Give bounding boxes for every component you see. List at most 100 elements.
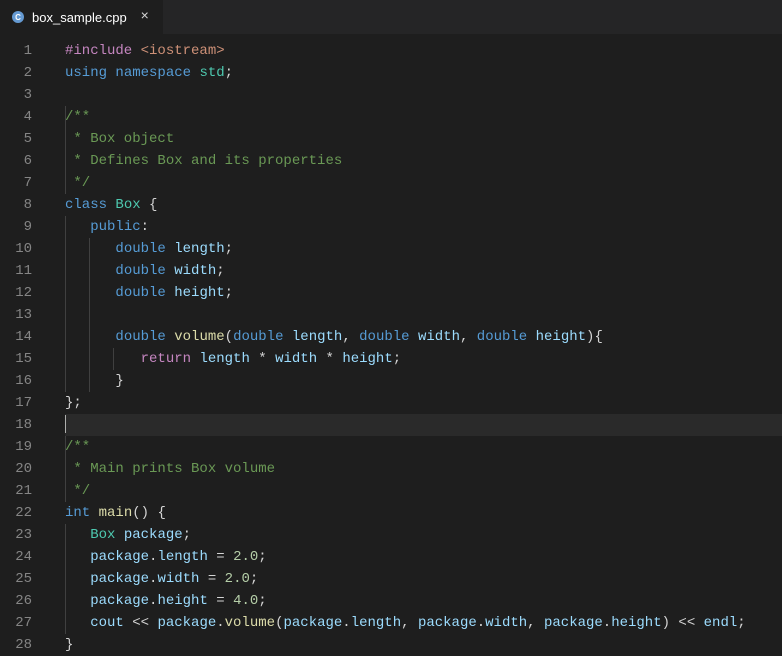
token-plain [166,285,174,301]
code-line[interactable]: */ [65,172,782,194]
code-line[interactable]: double volume(double length, double widt… [65,326,782,348]
code-text: * Main prints Box volume [65,461,275,477]
code-line[interactable]: package.width = 2.0; [65,568,782,590]
line-number: 22 [0,502,32,524]
code-text: cout << package.volume(package.length, p… [65,615,746,631]
token-punc: . [477,615,485,631]
token-type: double [115,329,165,345]
token-var: length [199,351,249,367]
code-line[interactable]: /** [65,436,782,458]
token-punc: ; [258,549,266,565]
code-line[interactable]: double height; [65,282,782,304]
code-editor[interactable]: 1234567891011121314151617181920212223242… [0,35,782,654]
code-line[interactable]: } [65,370,782,392]
token-var: length [292,329,342,345]
code-line[interactable]: package.length = 2.0; [65,546,782,568]
token-plain [115,527,123,543]
token-num: 4.0 [233,593,258,609]
code-line[interactable]: } [65,634,782,656]
code-line[interactable]: Box package; [65,524,782,546]
token-type: double [115,285,165,301]
line-number: 25 [0,568,32,590]
token-var: package [157,615,216,631]
code-line[interactable]: cout << package.volume(package.length, p… [65,612,782,634]
token-punc: ; [737,615,745,631]
token-var: package [418,615,477,631]
token-namespace: std [199,65,224,81]
token-func: main [99,505,133,521]
code-line[interactable]: package.height = 4.0; [65,590,782,612]
token-var: package [90,571,149,587]
code-line[interactable]: * Box object [65,128,782,150]
code-text: */ [65,483,90,499]
code-line[interactable] [65,414,782,436]
code-line[interactable]: #include <iostream> [65,40,782,62]
token-punc: . [603,615,611,631]
token-var: width [418,329,460,345]
indent-guide [65,370,66,392]
indent-guide [65,436,66,458]
code-line[interactable]: * Defines Box and its properties [65,150,782,172]
token-comment: /** [65,439,90,455]
code-text: package.length = 2.0; [65,549,267,565]
code-line[interactable]: using namespace std; [65,62,782,84]
code-text: /** [65,109,90,125]
code-line[interactable]: double width; [65,260,782,282]
token-comment: */ [65,483,90,499]
token-punc: ; [183,527,191,543]
line-number: 7 [0,172,32,194]
code-line[interactable] [65,84,782,106]
indent-guide [65,524,66,546]
cpp-file-icon: C [10,9,26,25]
token-op: ) << [662,615,704,631]
token-punc: ( [225,329,233,345]
line-number: 27 [0,612,32,634]
token-var: length [174,241,224,257]
token-var: cout [90,615,124,631]
token-func: volume [174,329,224,345]
code-text: */ [65,175,90,191]
text-cursor [65,415,66,433]
token-var: width [485,615,527,631]
token-directive: return [141,351,191,367]
code-line[interactable]: * Main prints Box volume [65,458,782,480]
indent-guide [65,128,66,150]
file-tab[interactable]: C box_sample.cpp × [0,0,163,34]
token-type: int [65,505,90,521]
indent-guide [89,348,90,370]
indent-guide [65,260,66,282]
code-line[interactable]: int main() { [65,502,782,524]
token-comment: /** [65,109,90,125]
line-number: 1 [0,40,32,62]
indent-guide [65,216,66,238]
token-var: height [157,593,207,609]
code-area[interactable]: #include <iostream>using namespace std; /… [50,40,782,654]
code-text: package.width = 2.0; [65,571,258,587]
indent-guide [65,238,66,260]
code-line[interactable]: public: [65,216,782,238]
token-punc: , [527,615,544,631]
indent-guide [89,282,90,304]
code-text: double volume(double length, double widt… [65,329,603,345]
token-func: volume [225,615,275,631]
token-punc: ; [216,263,224,279]
code-line[interactable]: class Box { [65,194,782,216]
token-op: << [124,615,158,631]
code-line[interactable]: /** [65,106,782,128]
code-line[interactable]: }; [65,392,782,414]
code-line[interactable]: double length; [65,238,782,260]
token-var: endl [704,615,738,631]
close-icon[interactable]: × [137,9,153,25]
token-keyword: using [65,65,107,81]
code-line[interactable]: */ [65,480,782,502]
indent-guide [65,304,66,326]
code-line[interactable] [65,304,782,326]
code-text: double height; [65,285,233,301]
code-line[interactable]: return length * width * height; [65,348,782,370]
token-punc: , [460,329,477,345]
indent-guide [65,480,66,502]
code-text: * Defines Box and its properties [65,153,342,169]
token-plain [90,505,98,521]
tab-bar: C box_sample.cpp × [0,0,782,35]
line-number: 18 [0,414,32,436]
